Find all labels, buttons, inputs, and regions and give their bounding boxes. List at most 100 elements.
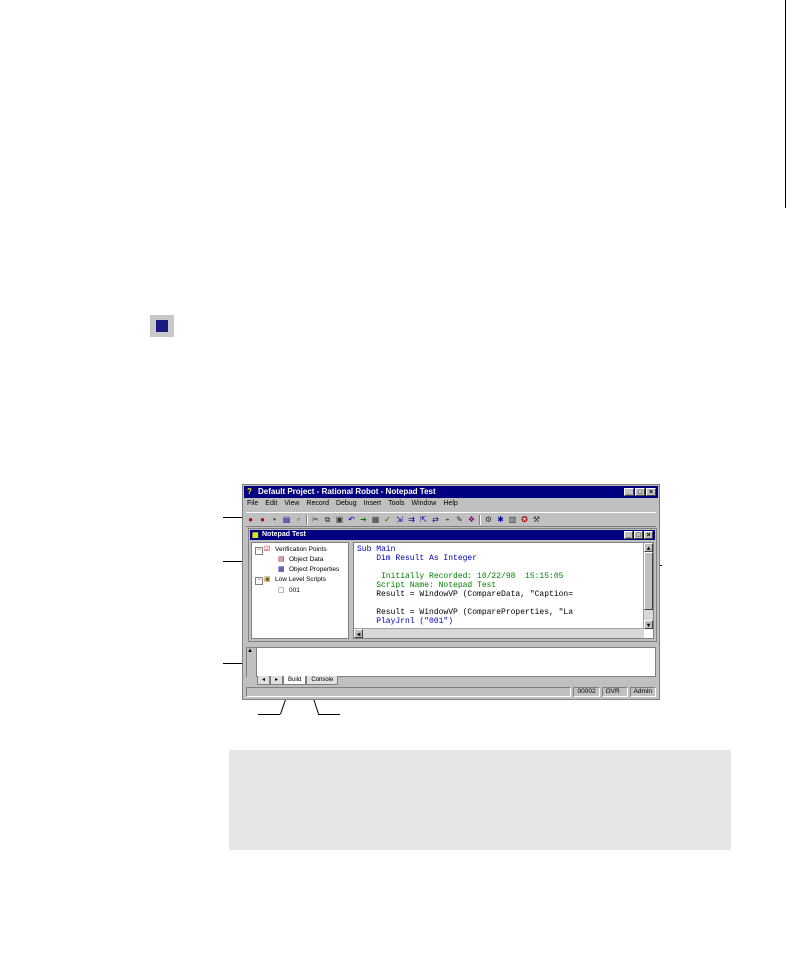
tab-scroll-left-icon[interactable]: ◂ bbox=[257, 676, 271, 685]
compile-icon[interactable]: ▦ bbox=[371, 515, 380, 524]
toolbar: ● ● • ▤ ▫ ✂ ⧉ ▣ ↶ ➔ ▦ ✓ ⇲ ⇉ ⇱ ⇄ ⌁ ✎ ❖ ⚙ … bbox=[246, 512, 656, 527]
robot-app-icon: ? bbox=[247, 487, 252, 496]
menu-insert[interactable]: Insert bbox=[364, 499, 382, 509]
tab-build[interactable]: Build bbox=[283, 676, 307, 685]
script-window-title-bar[interactable]: ▦ Notepad Test _ □ × bbox=[250, 530, 655, 540]
tree-item-label: Object Properties bbox=[289, 566, 340, 573]
script-minimize-button[interactable]: _ bbox=[624, 531, 633, 539]
record-low-level-icon[interactable]: ● bbox=[258, 515, 267, 524]
toolbar-separator bbox=[306, 514, 308, 525]
verify-icon[interactable]: ✎ bbox=[455, 515, 464, 524]
status-line-number: 00002 bbox=[573, 687, 600, 697]
playback-icon[interactable]: ▤ bbox=[282, 515, 291, 524]
status-overwrite: OVR bbox=[601, 687, 628, 697]
paste-icon[interactable]: ▣ bbox=[335, 515, 344, 524]
bullet-marker-inner bbox=[156, 320, 168, 332]
collapse-icon[interactable]: − bbox=[255, 577, 263, 585]
minimize-button[interactable]: _ bbox=[624, 488, 634, 496]
callout-line-build-tab bbox=[258, 714, 280, 715]
undo-icon[interactable]: ↶ bbox=[347, 515, 356, 524]
object-properties-icon: ▦ bbox=[278, 565, 285, 573]
tree-item-object-data[interactable]: ▤ Object Data bbox=[278, 555, 323, 564]
step-into-icon[interactable]: ⇲ bbox=[395, 515, 404, 524]
script-maximize-button[interactable]: □ bbox=[634, 531, 643, 539]
toolbar-separator bbox=[479, 514, 481, 525]
status-bar: 00002 OVR Admin bbox=[246, 687, 656, 697]
robot-window: ? Default Project - Rational Robot - Not… bbox=[242, 484, 660, 700]
asset-tree: − ☑ Verification Points ▤ Object Data ▦ Obj… bbox=[251, 542, 349, 639]
stop-icon[interactable]: ▫ bbox=[294, 515, 303, 524]
low-level-scripts-icon: ▣ bbox=[264, 575, 271, 583]
tree-item-label: Object Data bbox=[289, 556, 324, 563]
code-line: PlayJrnl ("001") bbox=[357, 617, 454, 626]
code-line: Script Name: Notepad Test bbox=[357, 581, 497, 590]
menu-record[interactable]: Record bbox=[306, 499, 329, 509]
help-icon[interactable]: ❖ bbox=[467, 515, 476, 524]
scroll-down-icon[interactable]: ▼ bbox=[644, 620, 653, 629]
script-window: ▦ Notepad Test _ □ × − ☑ Verification Poi… bbox=[248, 528, 657, 642]
callout-line-console-tab bbox=[318, 714, 340, 715]
tab-scroll-right-icon[interactable]: ▸ bbox=[270, 676, 284, 685]
verification-points-icon: ☑ bbox=[264, 545, 271, 553]
menu-window[interactable]: Window bbox=[411, 499, 436, 509]
object-data-icon: ▤ bbox=[278, 555, 285, 563]
window-controls: _ □ × bbox=[624, 488, 656, 496]
menu-bar: File Edit View Record Debug Insert Tools… bbox=[247, 499, 458, 509]
tools-icon[interactable]: ⚒ bbox=[532, 515, 541, 524]
animate-icon[interactable]: ⌁ bbox=[443, 515, 452, 524]
record-pause-icon[interactable]: • bbox=[270, 515, 279, 524]
tree-item-001[interactable]: ▢ 001 bbox=[278, 586, 300, 595]
code-line: Result = WindowVP (CompareProperties, "L… bbox=[357, 608, 574, 617]
status-user: Admin bbox=[629, 687, 656, 697]
collapse-icon[interactable]: − bbox=[255, 547, 263, 555]
code-line: Dim Result As Integer bbox=[357, 554, 478, 563]
scroll-thumb[interactable] bbox=[644, 552, 653, 610]
maximize-button[interactable]: □ bbox=[635, 488, 645, 496]
step-over-icon[interactable]: ⇉ bbox=[407, 515, 416, 524]
script-window-title: Notepad Test bbox=[262, 531, 306, 538]
menu-file[interactable]: File bbox=[247, 499, 258, 509]
tree-item-object-properties[interactable]: ▦ Object Properties bbox=[278, 565, 339, 574]
menu-help[interactable]: Help bbox=[443, 499, 457, 509]
output-window: ▲ ◂ ▸ Build Console bbox=[246, 647, 656, 685]
margin-rule bbox=[785, 0, 786, 208]
tree-item-verification-points[interactable]: ☑ Verification Points bbox=[264, 545, 327, 554]
output-tabs: ◂ ▸ Build Console bbox=[257, 676, 339, 685]
cut-icon[interactable]: ✂ bbox=[311, 515, 320, 524]
pin-icon: ▲ bbox=[247, 648, 253, 654]
scroll-up-icon[interactable]: ▲ bbox=[644, 543, 653, 552]
scroll-left-icon[interactable]: ◀ bbox=[354, 629, 363, 638]
script-horizontal-scrollbar[interactable]: ◀ bbox=[354, 628, 644, 638]
status-message bbox=[246, 687, 572, 697]
menu-tools[interactable]: Tools bbox=[388, 499, 404, 509]
script-vertical-scrollbar[interactable]: ▲ ▼ bbox=[643, 543, 653, 629]
test-manager-icon[interactable]: ✱ bbox=[496, 515, 505, 524]
menu-view[interactable]: View bbox=[284, 499, 299, 509]
note-box bbox=[229, 750, 731, 850]
code-line: Result = WindowVP (CompareData, "Caption… bbox=[357, 590, 574, 599]
datapool-icon[interactable]: ▥ bbox=[508, 515, 517, 524]
breakpoint-icon[interactable]: ⇄ bbox=[431, 515, 440, 524]
script-editor[interactable]: Sub Main Dim Result As Integer Initially… bbox=[353, 542, 654, 639]
code-line: Initially Recorded: 10/22/98 15:15:05 bbox=[357, 572, 564, 581]
menu-debug[interactable]: Debug bbox=[336, 499, 357, 509]
tab-console[interactable]: Console bbox=[306, 676, 339, 685]
go-icon[interactable]: ➔ bbox=[359, 515, 368, 524]
tree-item-label: 001 bbox=[289, 587, 300, 594]
copy-icon[interactable]: ⧉ bbox=[323, 515, 332, 524]
tree-item-label: Verification Points bbox=[275, 546, 327, 553]
close-button[interactable]: × bbox=[646, 488, 656, 496]
bullet-marker bbox=[150, 315, 174, 337]
tree-item-low-level-scripts[interactable]: ▣ Low Level Scripts bbox=[264, 575, 326, 584]
log-icon[interactable]: ✪ bbox=[520, 515, 529, 524]
script-close-button[interactable]: × bbox=[644, 531, 653, 539]
output-window-handle[interactable]: ▲ bbox=[247, 648, 257, 677]
tree-item-label: Low Level Scripts bbox=[275, 576, 326, 583]
script-window-controls: _ □ × bbox=[624, 531, 653, 539]
inspector-icon[interactable]: ⚙ bbox=[484, 515, 493, 524]
robot-title-bar[interactable]: ? Default Project - Rational Robot - Not… bbox=[244, 486, 658, 498]
check-icon[interactable]: ✓ bbox=[383, 515, 392, 524]
record-gui-icon[interactable]: ● bbox=[246, 515, 255, 524]
menu-edit[interactable]: Edit bbox=[265, 499, 277, 509]
step-out-icon[interactable]: ⇱ bbox=[419, 515, 428, 524]
